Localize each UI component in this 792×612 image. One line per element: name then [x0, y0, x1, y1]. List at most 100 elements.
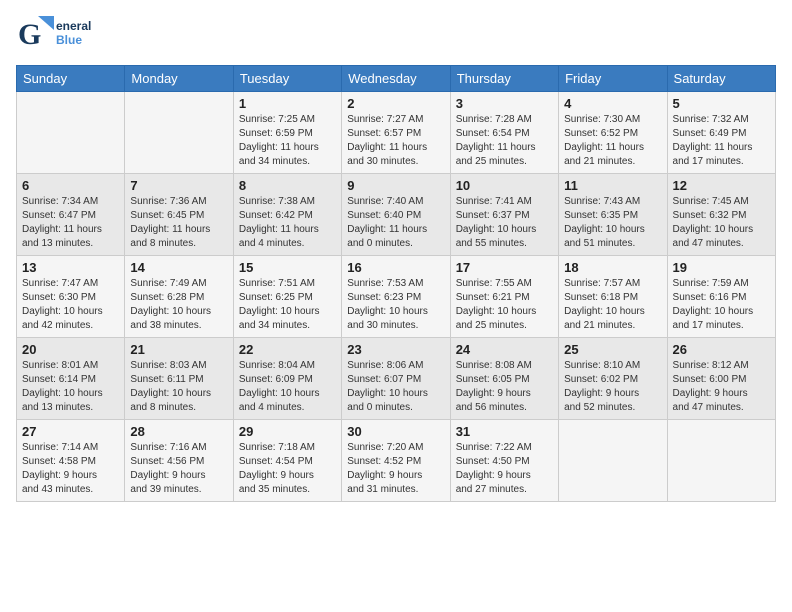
day-cell: 31 Sunrise: 7:22 AMSunset: 4:50 PMDayligh… — [450, 420, 558, 502]
day-info: Sunrise: 7:22 AMSunset: 4:50 PMDaylight:… — [456, 441, 553, 497]
day-number: 7 — [130, 178, 227, 193]
day-info: Sunrise: 7:34 AMSunset: 6:47 PMDaylight:… — [22, 195, 119, 251]
day-number: 20 — [22, 342, 119, 357]
day-number: 11 — [564, 178, 661, 193]
day-number: 1 — [239, 96, 336, 111]
weekday-header-sunday: Sunday — [17, 66, 125, 92]
day-number: 13 — [22, 260, 119, 275]
day-info: Sunrise: 8:10 AMSunset: 6:02 PMDaylight:… — [564, 359, 661, 415]
day-number: 22 — [239, 342, 336, 357]
day-info: Sunrise: 7:40 AMSunset: 6:40 PMDaylight:… — [347, 195, 444, 251]
day-cell: 27 Sunrise: 7:14 AMSunset: 4:58 PMDayligh… — [17, 420, 125, 502]
logo: G eneral Blue — [16, 12, 106, 61]
day-info: Sunrise: 8:06 AMSunset: 6:07 PMDaylight:… — [347, 359, 444, 415]
day-cell: 21 Sunrise: 8:03 AMSunset: 6:11 PMDayligh… — [125, 338, 233, 420]
weekday-header-friday: Friday — [559, 66, 667, 92]
day-info: Sunrise: 8:03 AMSunset: 6:11 PMDaylight:… — [130, 359, 227, 415]
week-row-5: 27 Sunrise: 7:14 AMSunset: 4:58 PMDayligh… — [17, 420, 776, 502]
day-info: Sunrise: 7:59 AMSunset: 6:16 PMDaylight:… — [673, 277, 770, 333]
day-number: 23 — [347, 342, 444, 357]
day-info: Sunrise: 7:20 AMSunset: 4:52 PMDaylight:… — [347, 441, 444, 497]
day-cell: 1Sunrise: 7:25 AMSunset: 6:59 PMDaylight… — [233, 92, 341, 174]
weekday-header-wednesday: Wednesday — [342, 66, 450, 92]
calendar-table: SundayMondayTuesdayWednesdayThursdayFrid… — [16, 65, 776, 502]
page: G eneral Blue SundayMondayTue — [0, 0, 792, 612]
day-info: Sunrise: 7:27 AMSunset: 6:57 PMDaylight:… — [347, 113, 444, 169]
day-cell: 15 Sunrise: 7:51 AMSunset: 6:25 PMDayligh… — [233, 256, 341, 338]
day-cell: 12 Sunrise: 7:45 AMSunset: 6:32 PMDayligh… — [667, 174, 775, 256]
day-number: 6 — [22, 178, 119, 193]
day-info: Sunrise: 7:43 AMSunset: 6:35 PMDaylight:… — [564, 195, 661, 251]
week-row-4: 20 Sunrise: 8:01 AMSunset: 6:14 PMDayligh… — [17, 338, 776, 420]
day-cell: 7 Sunrise: 7:36 AMSunset: 6:45 PMDaylight… — [125, 174, 233, 256]
day-info: Sunrise: 8:08 AMSunset: 6:05 PMDaylight:… — [456, 359, 553, 415]
day-cell: 28 Sunrise: 7:16 AMSunset: 4:56 PMDayligh… — [125, 420, 233, 502]
day-cell: 4Sunrise: 7:30 AMSunset: 6:52 PMDaylight… — [559, 92, 667, 174]
day-number: 16 — [347, 260, 444, 275]
day-number: 8 — [239, 178, 336, 193]
week-row-3: 13 Sunrise: 7:47 AMSunset: 6:30 PMDayligh… — [17, 256, 776, 338]
day-number: 19 — [673, 260, 770, 275]
day-cell: 16 Sunrise: 7:53 AMSunset: 6:23 PMDayligh… — [342, 256, 450, 338]
day-cell: 11 Sunrise: 7:43 AMSunset: 6:35 PMDayligh… — [559, 174, 667, 256]
day-cell: 20 Sunrise: 8:01 AMSunset: 6:14 PMDayligh… — [17, 338, 125, 420]
day-cell: 25 Sunrise: 8:10 AMSunset: 6:02 PMDayligh… — [559, 338, 667, 420]
week-row-2: 6 Sunrise: 7:34 AMSunset: 6:47 PMDaylight… — [17, 174, 776, 256]
day-cell: 13 Sunrise: 7:47 AMSunset: 6:30 PMDayligh… — [17, 256, 125, 338]
day-cell: 30 Sunrise: 7:20 AMSunset: 4:52 PMDayligh… — [342, 420, 450, 502]
svg-text:G: G — [18, 18, 41, 51]
day-number: 5 — [673, 96, 770, 111]
day-info: Sunrise: 7:16 AMSunset: 4:56 PMDaylight:… — [130, 441, 227, 497]
weekday-header-row: SundayMondayTuesdayWednesdayThursdayFrid… — [17, 66, 776, 92]
day-info: Sunrise: 7:53 AMSunset: 6:23 PMDaylight:… — [347, 277, 444, 333]
day-number: 28 — [130, 424, 227, 439]
day-number: 3 — [456, 96, 553, 111]
day-number: 26 — [673, 342, 770, 357]
day-cell: 10Sunrise: 7:41 AMSunset: 6:37 PMDayligh… — [450, 174, 558, 256]
day-number: 29 — [239, 424, 336, 439]
day-cell: 2 Sunrise: 7:27 AMSunset: 6:57 PMDaylight… — [342, 92, 450, 174]
day-number: 25 — [564, 342, 661, 357]
day-cell: 23 Sunrise: 8:06 AMSunset: 6:07 PMDayligh… — [342, 338, 450, 420]
day-info: Sunrise: 7:28 AMSunset: 6:54 PMDaylight:… — [456, 113, 553, 169]
day-cell: 29 Sunrise: 7:18 AMSunset: 4:54 PMDayligh… — [233, 420, 341, 502]
weekday-header-tuesday: Tuesday — [233, 66, 341, 92]
day-number: 30 — [347, 424, 444, 439]
day-cell: 26Sunrise: 8:12 AMSunset: 6:00 PMDayligh… — [667, 338, 775, 420]
day-info: Sunrise: 7:45 AMSunset: 6:32 PMDaylight:… — [673, 195, 770, 251]
day-info: Sunrise: 7:51 AMSunset: 6:25 PMDaylight:… — [239, 277, 336, 333]
day-cell: 22 Sunrise: 8:04 AMSunset: 6:09 PMDayligh… — [233, 338, 341, 420]
day-number: 9 — [347, 178, 444, 193]
day-number: 24 — [456, 342, 553, 357]
day-info: Sunrise: 8:01 AMSunset: 6:14 PMDaylight:… — [22, 359, 119, 415]
day-info: Sunrise: 7:41 AMSunset: 6:37 PMDaylight:… — [456, 195, 553, 251]
day-cell: 14Sunrise: 7:49 AMSunset: 6:28 PMDayligh… — [125, 256, 233, 338]
day-number: 2 — [347, 96, 444, 111]
day-number: 21 — [130, 342, 227, 357]
day-cell: 24 Sunrise: 8:08 AMSunset: 6:05 PMDayligh… — [450, 338, 558, 420]
day-number: 27 — [22, 424, 119, 439]
week-row-1: 1Sunrise: 7:25 AMSunset: 6:59 PMDaylight… — [17, 92, 776, 174]
day-cell: 6 Sunrise: 7:34 AMSunset: 6:47 PMDaylight… — [17, 174, 125, 256]
day-info: Sunrise: 7:38 AMSunset: 6:42 PMDaylight:… — [239, 195, 336, 251]
weekday-header-thursday: Thursday — [450, 66, 558, 92]
day-cell: 17Sunrise: 7:55 AMSunset: 6:21 PMDayligh… — [450, 256, 558, 338]
day-number: 12 — [673, 178, 770, 193]
day-number: 18 — [564, 260, 661, 275]
weekday-header-saturday: Saturday — [667, 66, 775, 92]
day-cell: 8 Sunrise: 7:38 AMSunset: 6:42 PMDaylight… — [233, 174, 341, 256]
weekday-header-monday: Monday — [125, 66, 233, 92]
day-number: 4 — [564, 96, 661, 111]
svg-text:Blue: Blue — [56, 33, 82, 47]
day-number: 31 — [456, 424, 553, 439]
day-cell: 19 Sunrise: 7:59 AMSunset: 6:16 PMDayligh… — [667, 256, 775, 338]
day-info: Sunrise: 7:14 AMSunset: 4:58 PMDaylight:… — [22, 441, 119, 497]
day-cell: 5Sunrise: 7:32 AMSunset: 6:49 PMDaylight… — [667, 92, 775, 174]
day-info: Sunrise: 7:18 AMSunset: 4:54 PMDaylight:… — [239, 441, 336, 497]
day-info: Sunrise: 8:04 AMSunset: 6:09 PMDaylight:… — [239, 359, 336, 415]
svg-text:eneral: eneral — [56, 19, 91, 33]
day-number: 15 — [239, 260, 336, 275]
day-info: Sunrise: 7:47 AMSunset: 6:30 PMDaylight:… — [22, 277, 119, 333]
day-cell — [17, 92, 125, 174]
day-info: Sunrise: 7:36 AMSunset: 6:45 PMDaylight:… — [130, 195, 227, 251]
